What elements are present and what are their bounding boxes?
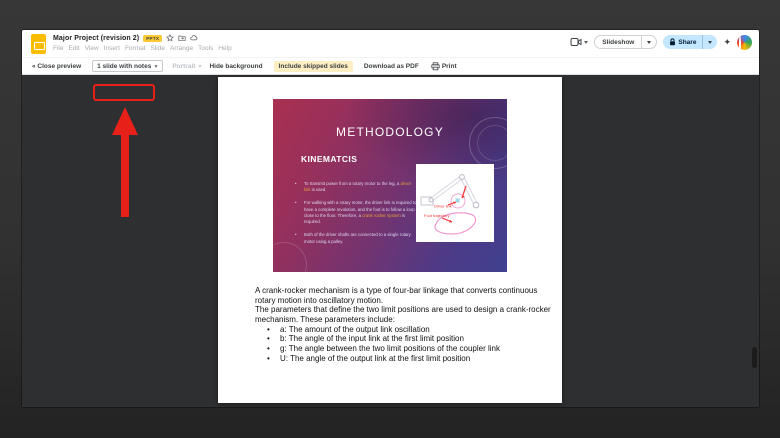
app-header: Major Project (revision 2) PPTX File Edit… <box>22 30 759 57</box>
menu-item[interactable]: Tools <box>198 45 213 52</box>
vertical-scrollbar-thumb[interactable] <box>752 347 757 368</box>
share-button-label: Share <box>678 38 697 46</box>
share-dropdown-button[interactable] <box>702 35 717 49</box>
chevron-down-icon <box>584 40 589 44</box>
notes-bullet: a: The amount of the output link oscilla… <box>255 325 553 335</box>
title-row: Major Project (revision 2) PPTX <box>53 33 198 43</box>
annotation-arrow-shaft <box>121 133 129 217</box>
orientation-value: Portrait <box>172 62 196 70</box>
annotation-arrow-head <box>112 107 138 135</box>
meet-camera-icon <box>570 38 582 46</box>
close-preview-button[interactable]: « Close preview <box>32 63 81 70</box>
menu-item[interactable]: Help <box>218 45 231 52</box>
star-icon[interactable] <box>166 34 175 42</box>
document-title[interactable]: Major Project (revision 2) <box>53 35 139 42</box>
slide-bullet: To transmit power from a rotary motor to… <box>295 181 417 193</box>
slide-bullet: Both of the driver shafts are connected … <box>295 232 417 244</box>
share-button[interactable]: Share <box>663 38 702 46</box>
slide-title: METHODOLOGY <box>336 125 444 139</box>
avatar-photo <box>738 35 741 54</box>
desktop-background: Major Project (revision 2) PPTX File Edit… <box>0 0 780 438</box>
notes-bullet: b: The angle of the input link at the fi… <box>255 334 553 344</box>
speaker-notes: A crank-rocker mechanism is a type of fo… <box>255 286 553 363</box>
print-button[interactable]: Print <box>431 61 457 71</box>
menu-item[interactable]: Slide <box>151 45 165 52</box>
slideshow-button[interactable]: Slideshow <box>595 39 641 46</box>
menu-item[interactable]: File <box>53 45 63 52</box>
google-slides-logo-icon[interactable] <box>31 34 46 54</box>
diagram-label-foot-trajectory: Foot trajectory <box>424 213 450 218</box>
sparkle-icon[interactable]: ✦ <box>723 37 731 47</box>
menu-item[interactable]: View <box>85 45 99 52</box>
notes-paragraph: A crank-rocker mechanism is a type of fo… <box>255 286 538 305</box>
notes-bullet-list: a: The amount of the output link oscilla… <box>255 325 553 364</box>
notes-bullet: g: The angle between the two limit posit… <box>255 344 553 354</box>
diagram-label-driver-link: Driver link <box>434 204 452 209</box>
notes-bullet: U: The angle of the output link at the f… <box>255 354 553 364</box>
present-to-meeting-button[interactable] <box>570 37 589 47</box>
printer-icon <box>431 61 440 70</box>
slideshow-split-button: Slideshow <box>594 35 658 49</box>
chevron-down-icon <box>154 64 158 68</box>
account-avatar[interactable] <box>737 34 752 54</box>
layout-dropdown[interactable]: 1 slide with notes <box>92 60 164 72</box>
slide-thumbnail: METHODOLOGY KINEMATCIS To transmit power… <box>273 99 507 272</box>
pptx-badge: PPTX <box>143 34 163 42</box>
header-actions: Slideshow Share ✦ <box>570 33 752 54</box>
chevron-down-icon <box>708 40 713 44</box>
notes-paragraph: The parameters that define the two limit… <box>255 305 551 325</box>
print-preview-toolbar: « Close preview 1 slide with notes Portr… <box>22 57 759 75</box>
menu-bar: File Edit View Insert Format Slide Arrange Tool… <box>53 45 232 52</box>
slides-print-preview-window: Major Project (revision 2) PPTX File Edit… <box>22 30 759 407</box>
layout-dropdown-value: 1 slide with notes <box>97 62 152 70</box>
lock-icon <box>670 38 676 46</box>
chevron-down-icon <box>198 64 203 68</box>
menu-item[interactable]: Insert <box>104 45 120 52</box>
slideshow-dropdown-button[interactable] <box>641 36 656 48</box>
menu-item[interactable]: Format <box>125 45 146 52</box>
download-as-pdf-button[interactable]: Download as PDF <box>364 63 419 70</box>
menu-item[interactable]: Edit <box>68 45 79 52</box>
share-split-button: Share <box>663 35 718 49</box>
cloud-status-icon[interactable] <box>190 34 198 42</box>
print-button-label: Print <box>441 62 457 70</box>
move-folder-icon[interactable] <box>178 34 186 42</box>
linkage-diagram: Driver link Foot trajectory <box>416 164 494 242</box>
include-skipped-slides-toggle[interactable]: Include skipped slides <box>273 60 353 72</box>
slide-heading: KINEMATCIS <box>301 154 358 164</box>
printed-page: METHODOLOGY KINEMATCIS To transmit power… <box>218 77 562 403</box>
menu-item[interactable]: Arrange <box>170 45 193 52</box>
chevron-down-icon <box>647 40 652 44</box>
orientation-dropdown: Portrait <box>172 62 203 70</box>
slide-bullet-list: To transmit power from a rotary motor to… <box>295 181 417 252</box>
slide-bullet: For walking with a rotary motor, the dri… <box>295 200 417 225</box>
hide-background-button[interactable]: Hide background <box>209 63 262 70</box>
